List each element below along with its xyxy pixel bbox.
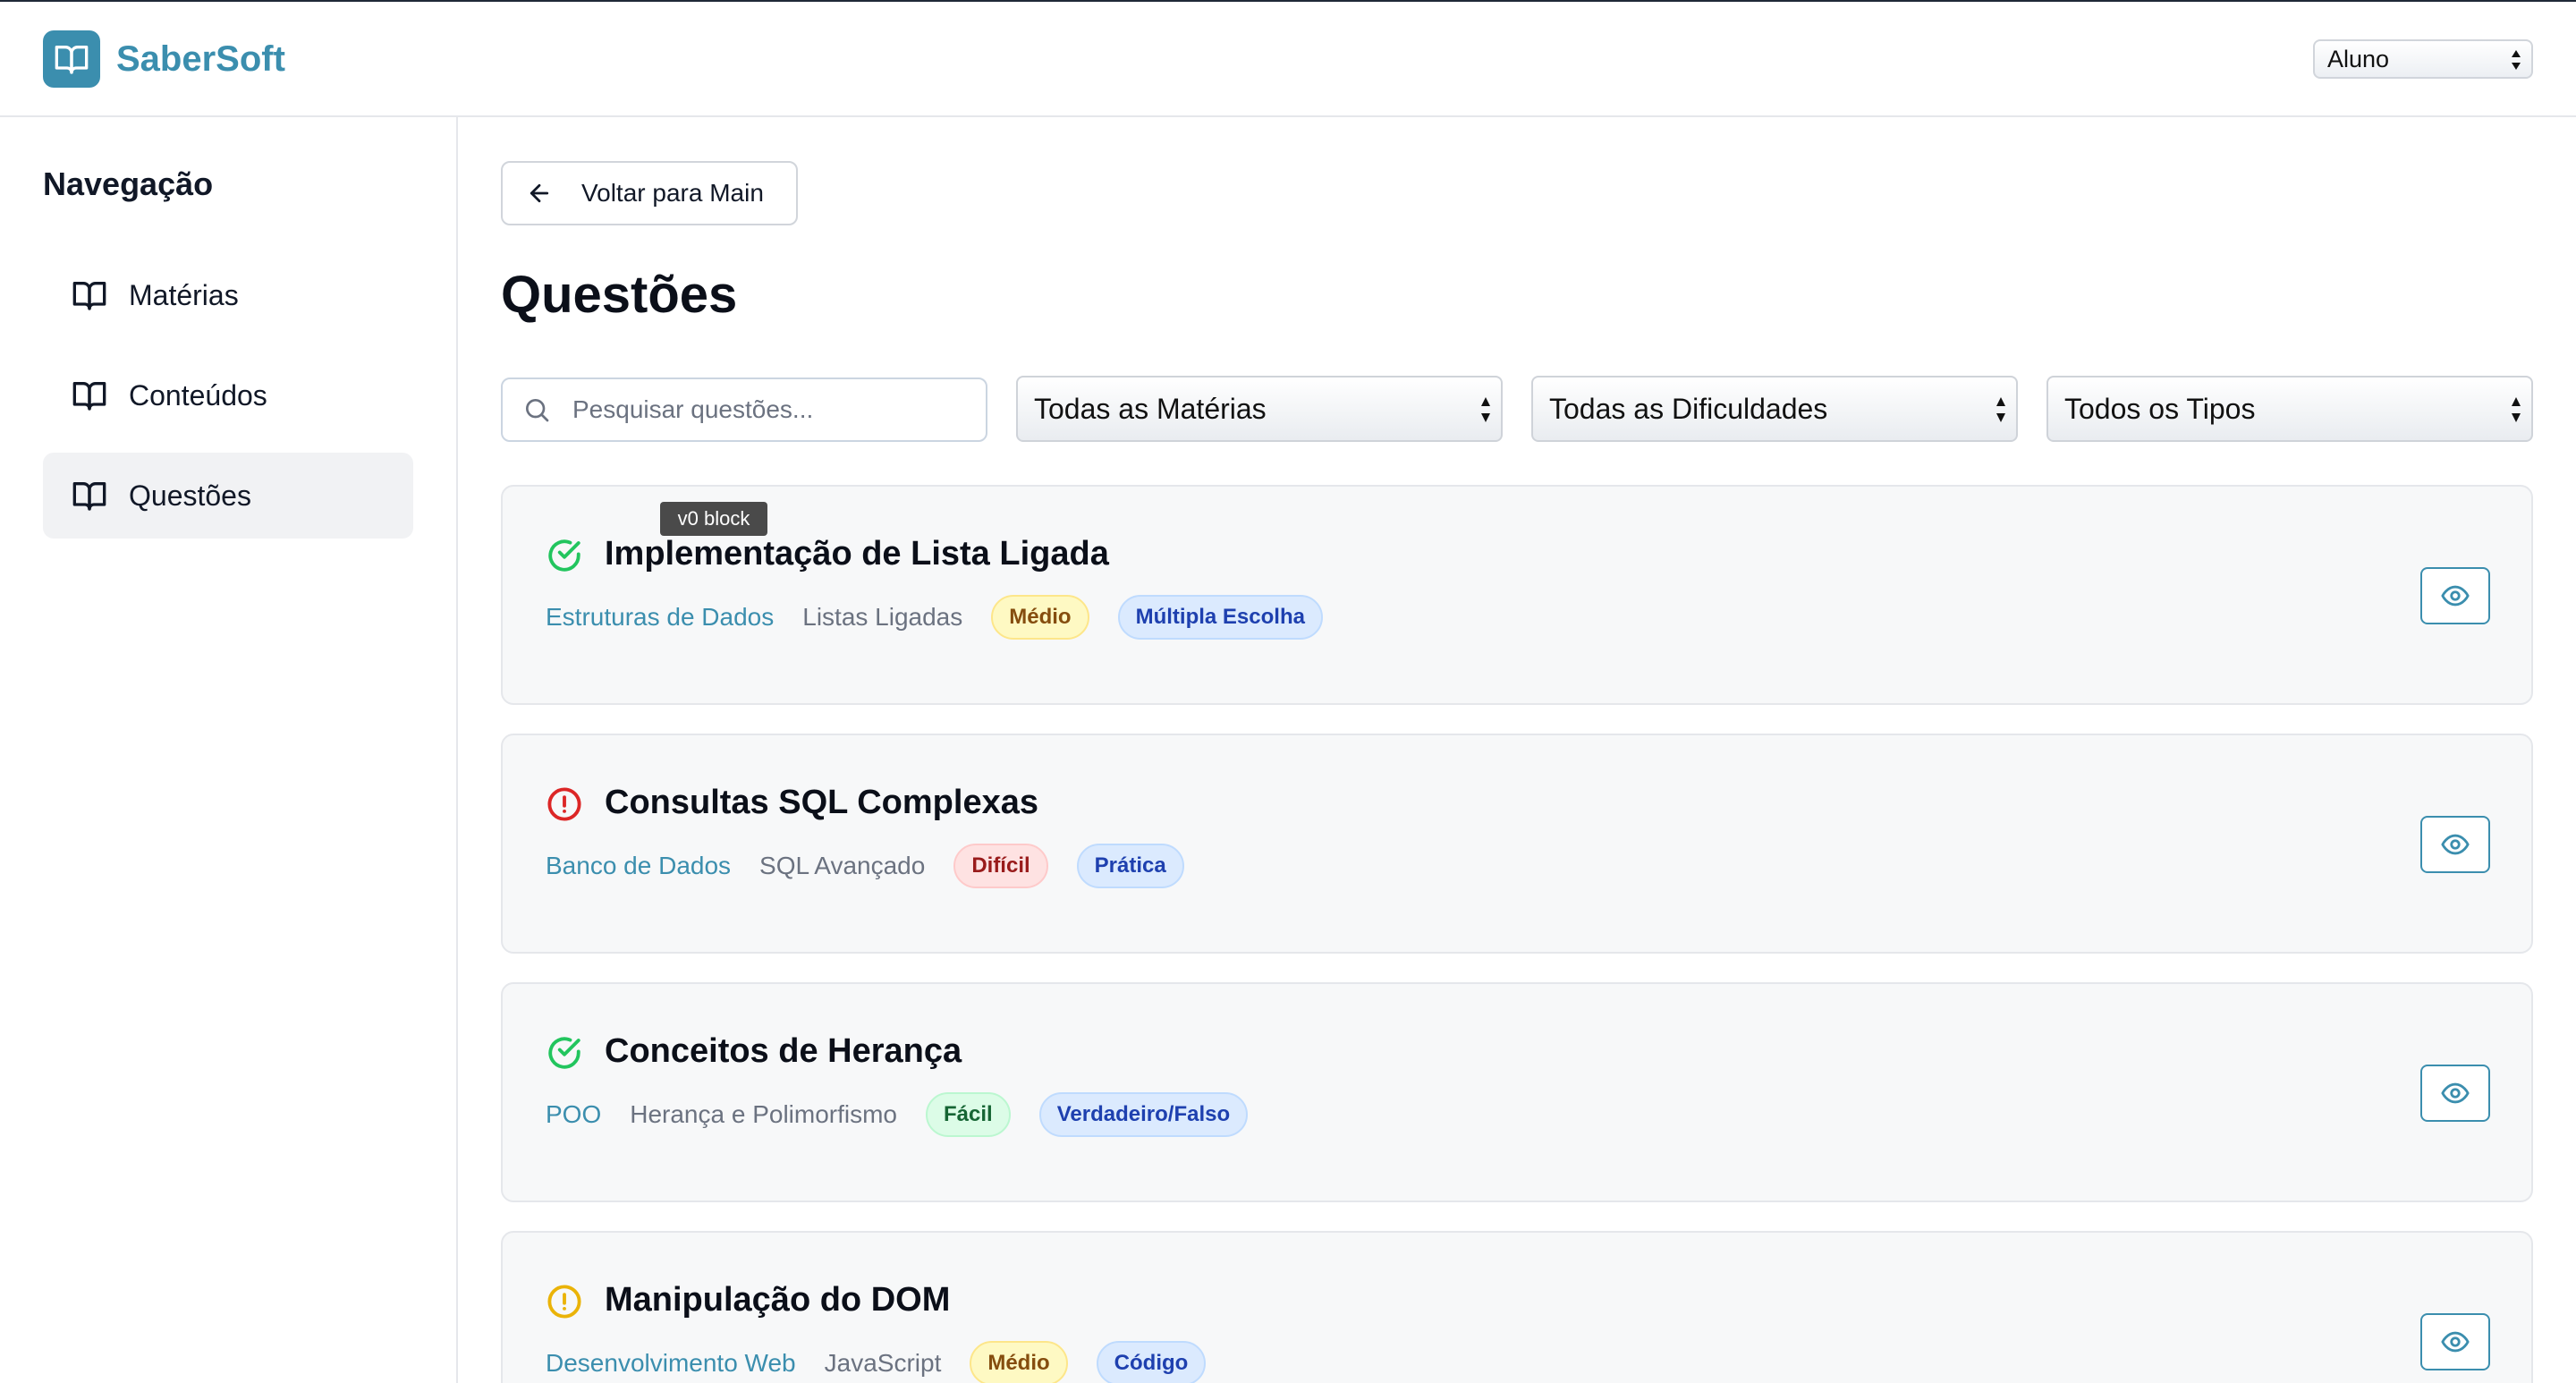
difficulty-badge: Médio: [991, 595, 1089, 640]
question-card[interactable]: Consultas SQL Complexas Banco de Dados S…: [501, 734, 2533, 954]
type-badge: Verdadeiro/Falso: [1038, 1092, 1249, 1137]
role-select[interactable]: Aluno: [2313, 39, 2533, 79]
question-card[interactable]: Implementação de Lista Ligada Estruturas…: [501, 485, 2533, 705]
question-topic: JavaScript: [824, 1349, 942, 1377]
type-badge: Múltipla Escolha: [1117, 595, 1323, 640]
search-box[interactable]: [501, 378, 987, 442]
sidebar: Navegação Matérias Conteúdos Questões: [0, 117, 458, 1383]
question-subject: POO: [546, 1100, 602, 1128]
question-topic: Herança e Polimorfismo: [630, 1100, 898, 1128]
book-open-icon: [72, 282, 106, 310]
type-filter-select[interactable]: Todos os Tipos: [2046, 376, 2533, 442]
sidebar-item-materias[interactable]: Matérias: [43, 252, 413, 338]
sidebar-item-questoes[interactable]: Questões: [43, 453, 413, 539]
alert-circle-icon: [547, 1285, 581, 1319]
view-question-button[interactable]: [2420, 567, 2490, 624]
question-title: Manipulação do DOM: [605, 1281, 951, 1319]
eye-icon: [2441, 834, 2470, 855]
select-arrows-icon: [2512, 397, 2521, 422]
question-topic: SQL Avançado: [759, 852, 926, 879]
question-card[interactable]: Manipulação do DOM Desenvolvimento Web J…: [501, 1231, 2533, 1383]
type-filter-value: Todos os Tipos: [2064, 392, 2256, 425]
view-question-button[interactable]: [2420, 1065, 2490, 1122]
book-open-icon: [72, 482, 106, 511]
question-meta: POO Herança e Polimorfismo Fácil Verdade…: [546, 1090, 1276, 1140]
difficulty-badge: Fácil: [926, 1092, 1011, 1137]
select-arrows-icon: [1481, 397, 1490, 422]
app-logo[interactable]: SaberSoft: [43, 30, 285, 88]
question-meta: Desenvolvimento Web JavaScript Médio Cód…: [546, 1338, 1234, 1383]
sidebar-item-conteudos[interactable]: Conteúdos: [43, 352, 413, 438]
select-arrows-icon: [1996, 397, 2005, 422]
arrow-left-icon: [530, 183, 549, 203]
question-subject: Desenvolvimento Web: [546, 1349, 796, 1377]
back-button-label: Voltar para Main: [581, 179, 764, 207]
eye-icon: [2441, 1082, 2470, 1104]
question-topic: Listas Ligadas: [802, 603, 963, 631]
back-button[interactable]: Voltar para Main: [501, 161, 798, 225]
difficulty-badge: Médio: [970, 1341, 1068, 1383]
eye-icon: [2441, 585, 2470, 607]
page-title: Questões: [501, 266, 738, 324]
question-meta: Estruturas de Dados Listas Ligadas Médio…: [546, 592, 1352, 642]
difficulty-badge: Difícil: [953, 844, 1048, 888]
sidebar-title: Navegação: [43, 165, 214, 202]
select-arrows-icon: [2512, 50, 2521, 70]
sidebar-item-label: Questões: [129, 479, 251, 512]
question-meta: Banco de Dados SQL Avançado Difícil Prát…: [546, 841, 1213, 891]
type-badge: Código: [1096, 1341, 1207, 1383]
subject-filter-value: Todas as Matérias: [1034, 392, 1267, 425]
sidebar-item-label: Conteúdos: [129, 378, 267, 412]
eye-icon: [2441, 1331, 2470, 1353]
search-input[interactable]: [572, 395, 966, 424]
search-icon: [526, 399, 549, 422]
question-subject: Banco de Dados: [546, 852, 732, 879]
v0-block-tooltip: v0 block: [660, 502, 767, 536]
check-circle-icon: [548, 539, 580, 572]
difficulty-filter-select[interactable]: Todas as Dificuldades: [1531, 376, 2018, 442]
role-select-value: Aluno: [2327, 45, 2390, 72]
view-question-button[interactable]: [2420, 816, 2490, 873]
sidebar-item-label: Matérias: [129, 278, 239, 311]
question-title: Conceitos de Herança: [605, 1032, 962, 1070]
question-title: Consultas SQL Complexas: [605, 784, 1038, 821]
question-title: Implementação de Lista Ligada: [605, 535, 1109, 573]
top-header: SaberSoft Aluno: [0, 2, 2576, 117]
question-subject: Estruturas de Dados: [546, 603, 775, 631]
type-badge: Prática: [1076, 844, 1184, 888]
check-circle-icon: [548, 1037, 580, 1069]
book-open-icon: [43, 30, 100, 88]
subject-filter-select[interactable]: Todas as Matérias: [1016, 376, 1503, 442]
alert-circle-icon: [547, 787, 581, 821]
difficulty-filter-value: Todas as Dificuldades: [1549, 392, 1828, 425]
book-open-icon: [72, 382, 106, 411]
app-name: SaberSoft: [116, 38, 285, 79]
view-question-button[interactable]: [2420, 1313, 2490, 1370]
question-card[interactable]: Conceitos de Herança POO Herança e Polim…: [501, 982, 2533, 1202]
